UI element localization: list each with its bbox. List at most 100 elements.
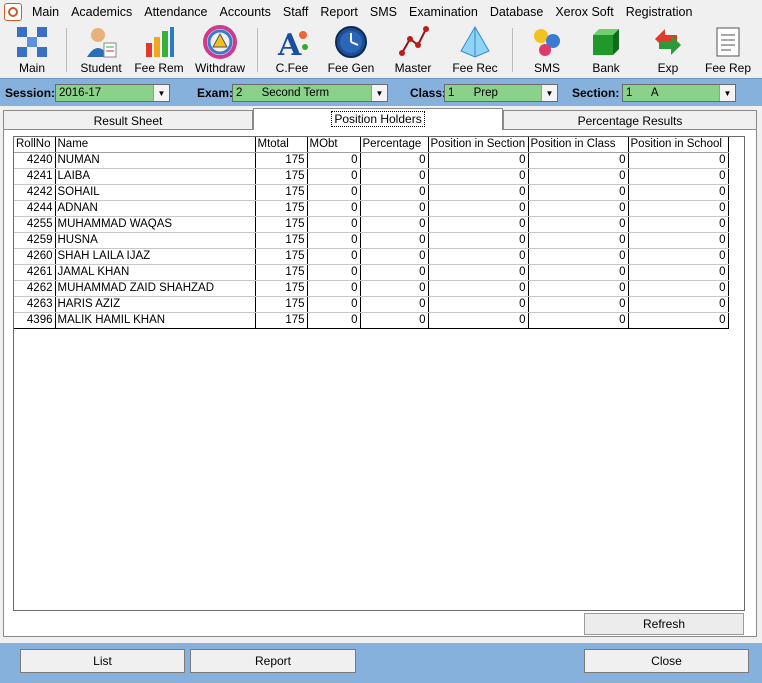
table-row[interactable]: 4244 ADNAN 175 0 0 0 0 0 (14, 200, 729, 217)
table-cell[interactable]: 0 (307, 184, 361, 201)
refresh-button[interactable]: Refresh (584, 613, 744, 635)
table-cell[interactable]: 0 (307, 312, 361, 329)
table-cell[interactable]: 0 (628, 232, 729, 249)
table-cell[interactable]: 0 (360, 168, 429, 185)
report-button[interactable]: Report (190, 649, 356, 673)
chevron-down-icon[interactable]: ▼ (371, 85, 387, 101)
table-cell[interactable]: 0 (628, 216, 729, 233)
table-row[interactable]: 4259 HUSNA 175 0 0 0 0 0 (14, 232, 729, 249)
table-cell[interactable]: 0 (307, 152, 361, 169)
table-cell[interactable]: 4242 (14, 184, 56, 201)
table-cell[interactable]: 0 (360, 200, 429, 217)
table-cell[interactable]: 175 (255, 216, 308, 233)
column-header-percentage[interactable]: Percentage (360, 137, 429, 153)
column-header-rollno[interactable]: RollNo (14, 137, 56, 153)
table-cell[interactable]: 0 (528, 312, 629, 329)
table-cell[interactable]: 0 (628, 184, 729, 201)
table-cell[interactable]: MUHAMMAD WAQAS (55, 216, 256, 233)
table-cell[interactable]: 4396 (14, 312, 56, 329)
table-row[interactable]: 4241 LAIBA 175 0 0 0 0 0 (14, 168, 729, 185)
table-cell[interactable]: 0 (628, 280, 729, 297)
column-header-name[interactable]: Name (55, 137, 256, 153)
menu-attendance[interactable]: Attendance (140, 5, 215, 19)
table-row[interactable]: 4263 HARIS AZIZ 175 0 0 0 0 0 (14, 296, 729, 313)
table-row[interactable]: 4261 JAMAL KHAN 175 0 0 0 0 0 (14, 264, 729, 281)
table-cell[interactable]: 0 (428, 200, 529, 217)
table-row[interactable]: 4260 SHAH LAILA IJAZ 175 0 0 0 0 0 (14, 248, 729, 265)
menu-database[interactable]: Database (486, 5, 552, 19)
table-cell[interactable]: 175 (255, 184, 308, 201)
tab-percentage-results[interactable]: Percentage Results (503, 110, 757, 130)
menu-registration[interactable]: Registration (622, 5, 701, 19)
table-cell[interactable]: 0 (628, 248, 729, 265)
table-cell[interactable]: 175 (255, 232, 308, 249)
table-cell[interactable]: 0 (360, 264, 429, 281)
column-header-position-in-section[interactable]: Position in Section (428, 137, 529, 153)
menu-xerox-soft[interactable]: Xerox Soft (551, 5, 621, 19)
table-cell[interactable]: 175 (255, 296, 308, 313)
toolbar-c-fee-button[interactable]: A C.Fee (264, 24, 320, 76)
table-cell[interactable]: 0 (628, 200, 729, 217)
table-cell[interactable]: 0 (360, 296, 429, 313)
table-cell[interactable]: 4262 (14, 280, 56, 297)
table-cell[interactable]: 0 (428, 216, 529, 233)
table-cell[interactable]: 4263 (14, 296, 56, 313)
table-cell[interactable]: 0 (428, 168, 529, 185)
exam-select[interactable]: 2 Second Term ▼ (232, 84, 388, 102)
table-cell[interactable]: 175 (255, 280, 308, 297)
table-cell[interactable]: 0 (307, 264, 361, 281)
toolbar-fee-gen-button[interactable]: Fee Gen (320, 24, 382, 76)
class-select[interactable]: 1 Prep ▼ (444, 84, 558, 102)
table-cell[interactable]: 0 (307, 248, 361, 265)
table-cell[interactable]: 0 (360, 232, 429, 249)
table-cell[interactable]: 0 (528, 264, 629, 281)
table-cell[interactable]: 0 (360, 248, 429, 265)
table-row[interactable]: 4255 MUHAMMAD WAQAS 175 0 0 0 0 0 (14, 216, 729, 233)
toolbar-bank-button[interactable]: Bank (575, 24, 637, 76)
table-cell[interactable]: 0 (307, 200, 361, 217)
table-cell[interactable]: 0 (307, 168, 361, 185)
table-cell[interactable]: 0 (628, 264, 729, 281)
table-cell[interactable]: 175 (255, 152, 308, 169)
table-cell[interactable]: 0 (428, 312, 529, 329)
toolbar-withdraw-button[interactable]: Withdraw (189, 24, 251, 76)
tab-position-holders[interactable]: Position Holders (253, 108, 503, 130)
toolbar-fee-rec-button[interactable]: Fee Rec (444, 24, 506, 76)
table-cell[interactable]: JAMAL KHAN (55, 264, 256, 281)
session-select[interactable]: 2016-17 ▼ (55, 84, 170, 102)
table-cell[interactable]: 0 (360, 216, 429, 233)
table-cell[interactable]: 4261 (14, 264, 56, 281)
table-cell[interactable]: 0 (307, 232, 361, 249)
table-cell[interactable]: SHAH LAILA IJAZ (55, 248, 256, 265)
menu-examination[interactable]: Examination (405, 5, 486, 19)
table-cell[interactable]: SOHAIL (55, 184, 256, 201)
table-cell[interactable]: 0 (528, 152, 629, 169)
table-cell[interactable]: 4255 (14, 216, 56, 233)
toolbar-student-button[interactable]: Student (73, 24, 129, 76)
table-cell[interactable]: 0 (428, 152, 529, 169)
table-cell[interactable]: 0 (307, 216, 361, 233)
table-cell[interactable]: 0 (528, 216, 629, 233)
table-cell[interactable]: 0 (628, 168, 729, 185)
table-cell[interactable]: 175 (255, 200, 308, 217)
table-cell[interactable]: 0 (528, 184, 629, 201)
table-cell[interactable]: 175 (255, 264, 308, 281)
table-cell[interactable]: 0 (428, 296, 529, 313)
menu-academics[interactable]: Academics (67, 5, 140, 19)
table-cell[interactable]: LAIBA (55, 168, 256, 185)
table-cell[interactable]: 0 (428, 248, 529, 265)
table-row[interactable]: 4262 MUHAMMAD ZAID SHAHZAD 175 0 0 0 0 0 (14, 280, 729, 297)
table-cell[interactable]: 0 (528, 232, 629, 249)
close-button[interactable]: Close (584, 649, 749, 673)
table-cell[interactable]: 4241 (14, 168, 56, 185)
table-cell[interactable]: 0 (528, 280, 629, 297)
table-cell[interactable]: 0 (360, 152, 429, 169)
table-cell[interactable]: 0 (360, 184, 429, 201)
column-header-mobt[interactable]: MObt (307, 137, 361, 153)
table-cell[interactable]: 0 (307, 296, 361, 313)
chevron-down-icon[interactable]: ▼ (541, 85, 557, 101)
table-cell[interactable]: 0 (528, 168, 629, 185)
table-cell[interactable]: 0 (628, 152, 729, 169)
column-header-mtotal[interactable]: Mtotal (255, 137, 308, 153)
table-cell[interactable]: 0 (428, 232, 529, 249)
